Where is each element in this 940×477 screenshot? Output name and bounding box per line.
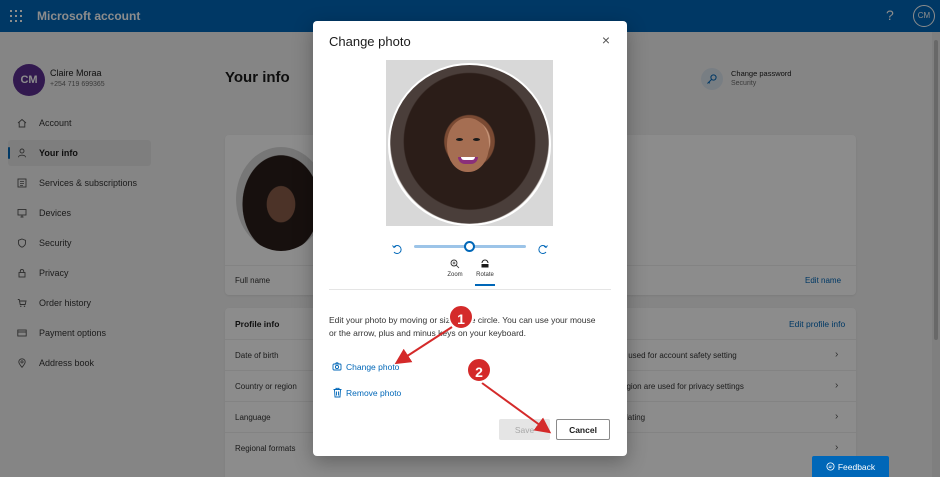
- photo-eye: [456, 138, 463, 141]
- zoom-tool[interactable]: Zoom: [441, 259, 469, 278]
- rotate-tool[interactable]: Rotate: [471, 259, 499, 286]
- dialog-title: Change photo: [329, 34, 411, 49]
- rotate-left-icon[interactable]: [391, 242, 403, 254]
- rotate-right-icon[interactable]: [537, 242, 549, 254]
- trash-icon: [333, 387, 342, 398]
- change-photo-label: Change photo: [346, 361, 400, 372]
- rotate-icon: [481, 259, 489, 268]
- chat-icon: [826, 462, 835, 471]
- zoom-label: Zoom: [447, 272, 463, 278]
- divider: [329, 289, 611, 290]
- camera-icon: [332, 362, 342, 371]
- step-marker-2: 2: [466, 357, 492, 383]
- zoom-icon: [450, 259, 460, 269]
- save-button[interactable]: Save: [499, 419, 550, 440]
- feedback-button[interactable]: Feedback: [812, 456, 889, 477]
- photo-crop-area[interactable]: [386, 60, 553, 226]
- rotate-label: Rotate: [476, 272, 494, 278]
- cancel-button[interactable]: Cancel: [556, 419, 610, 440]
- change-photo-button[interactable]: Change photo: [332, 361, 399, 372]
- photo-eye: [473, 138, 480, 141]
- remove-photo-label: Remove photo: [346, 387, 402, 398]
- photo-teeth: [461, 157, 475, 160]
- remove-photo-button[interactable]: Remove photo: [332, 387, 401, 398]
- feedback-label: Feedback: [837, 461, 876, 472]
- step-marker-1: 1: [448, 304, 474, 330]
- close-icon[interactable]: ×: [599, 33, 613, 47]
- rotate-slider-thumb[interactable]: [464, 241, 475, 252]
- change-photo-dialog: Change photo × Zoom Rotate Edit your pho…: [313, 21, 627, 456]
